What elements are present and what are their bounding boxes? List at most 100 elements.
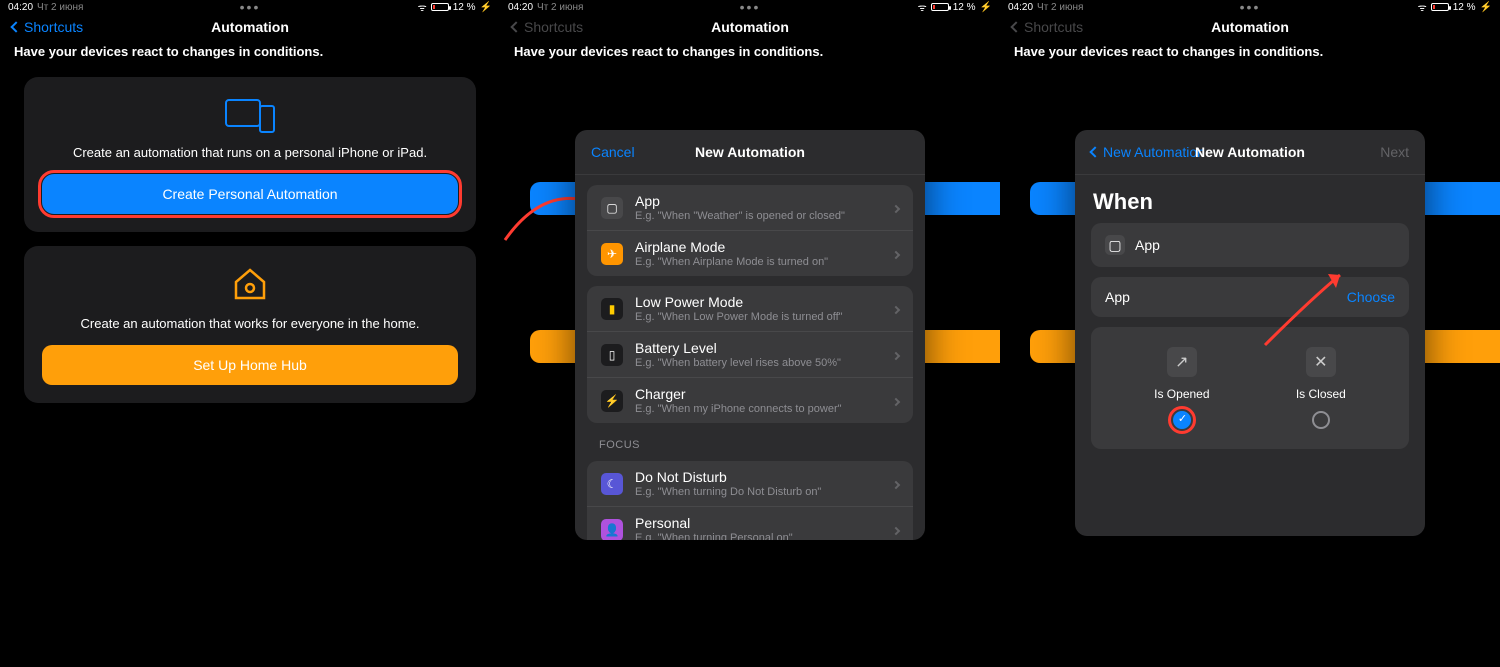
li-sub: E.g. "When battery level rises above 50%… xyxy=(635,357,893,369)
chevron-right-icon xyxy=(893,475,899,493)
status-time: 04:20 xyxy=(8,2,33,13)
chevron-right-icon xyxy=(893,199,899,217)
li-sub: E.g. "When "Weather" is opened or closed… xyxy=(635,210,893,222)
chevron-left-icon xyxy=(1089,146,1100,157)
chevron-left-icon xyxy=(1010,21,1021,32)
chevron-right-icon xyxy=(893,392,899,410)
more-icon: ••• xyxy=(740,0,761,15)
trigger-lowpower[interactable]: ▮ Low Power ModeE.g. "When Low Power Mod… xyxy=(587,286,913,332)
back-button[interactable]: Shortcuts xyxy=(12,19,83,35)
trigger-app[interactable]: ▢ AppE.g. "When "Weather" is opened or c… xyxy=(587,185,913,231)
status-date: Чт 2 июня xyxy=(1037,2,1083,13)
battery-pct: 12 % xyxy=(1453,2,1476,13)
opened-label: Is Opened xyxy=(1154,387,1209,401)
closed-radio[interactable] xyxy=(1312,411,1330,429)
closed-label: Is Closed xyxy=(1296,387,1346,401)
li-title: App xyxy=(635,193,893,209)
modal-back-button[interactable]: New Automation xyxy=(1091,144,1205,160)
battery-level-icon: ▯ xyxy=(601,344,623,366)
opened-radio[interactable] xyxy=(1173,411,1191,429)
personal-card: Create an automation that runs on a pers… xyxy=(24,77,476,232)
chevron-left-icon xyxy=(10,21,21,32)
status-bar: 04:20 Чт 2 июня ••• ᯤ 12 % ⚡ xyxy=(500,0,1000,14)
trigger-airplane[interactable]: ✈ Airplane ModeE.g. "When Airplane Mode … xyxy=(587,231,913,276)
page-title: Automation xyxy=(1211,19,1289,35)
charger-icon: ⚡ xyxy=(601,390,623,412)
app-icon: ▢ xyxy=(601,197,623,219)
status-time: 04:20 xyxy=(508,2,533,13)
battery-icon xyxy=(931,3,949,11)
trigger-charger[interactable]: ⚡ ChargerE.g. "When my iPhone connects t… xyxy=(587,378,913,423)
back-button: Shortcuts xyxy=(1012,19,1083,35)
battery-pct: 12 % xyxy=(953,2,976,13)
create-personal-button[interactable]: Create Personal Automation xyxy=(42,174,458,214)
chevron-right-icon xyxy=(893,245,899,263)
lowpower-icon: ▮ xyxy=(601,298,623,320)
back-label: Shortcuts xyxy=(1024,19,1083,35)
when-app-row: ▢ App xyxy=(1091,223,1409,267)
low-battery-icon: ⚡ xyxy=(1480,2,1492,13)
dnd-icon: ☾ xyxy=(601,473,623,495)
chevron-right-icon xyxy=(893,521,899,539)
when-header: When xyxy=(1075,175,1425,223)
devices-icon xyxy=(225,95,275,133)
home-text: Create an automation that works for ever… xyxy=(81,316,420,331)
option-closed[interactable]: ✕ Is Closed xyxy=(1296,347,1346,429)
battery-icon xyxy=(1431,3,1449,11)
wifi-icon: ᯤ xyxy=(918,0,927,14)
li-title: Airplane Mode xyxy=(635,239,893,255)
option-opened[interactable]: ↗ Is Opened xyxy=(1154,347,1209,429)
choose-button[interactable]: Choose xyxy=(1347,289,1395,305)
li-title: Do Not Disturb xyxy=(635,469,893,485)
status-date: Чт 2 июня xyxy=(537,2,583,13)
trigger-dnd[interactable]: ☾ Do Not DisturbE.g. "When turning Do No… xyxy=(587,461,913,507)
more-icon: ••• xyxy=(1240,0,1261,15)
trigger-battery[interactable]: ▯ Battery LevelE.g. "When battery level … xyxy=(587,332,913,378)
airplane-icon: ✈ xyxy=(601,243,623,265)
trigger-group-focus: ☾ Do Not DisturbE.g. "When turning Do No… xyxy=(587,461,913,540)
home-card: Create an automation that works for ever… xyxy=(24,246,476,403)
li-sub: E.g. "When turning Personal on" xyxy=(635,532,893,540)
personal-icon: 👤 xyxy=(601,519,623,541)
modal-header: New Automation New Automation Next xyxy=(1075,130,1425,175)
li-sub: E.g. "When my iPhone connects to power" xyxy=(635,403,893,415)
subtitle: Have your devices react to changes in co… xyxy=(500,40,1000,63)
app-choose-row[interactable]: App Choose xyxy=(1091,277,1409,317)
cancel-button[interactable]: Cancel xyxy=(591,144,635,160)
trigger-group-2: ▮ Low Power ModeE.g. "When Low Power Mod… xyxy=(587,286,913,423)
focus-section-label: FOCUS xyxy=(599,439,925,451)
low-battery-icon: ⚡ xyxy=(480,2,492,13)
li-title: Charger xyxy=(635,386,893,402)
personal-text: Create an automation that runs on a pers… xyxy=(73,145,427,160)
next-button: Next xyxy=(1380,144,1409,160)
status-date: Чт 2 июня xyxy=(37,2,83,13)
trigger-personal[interactable]: 👤 PersonalE.g. "When turning Personal on… xyxy=(587,507,913,540)
app-field-label: App xyxy=(1105,289,1130,305)
home-icon xyxy=(230,264,270,304)
li-title: Low Power Mode xyxy=(635,294,893,310)
modal-title: New Automation xyxy=(1195,144,1305,160)
li-sub: E.g. "When turning Do Not Disturb on" xyxy=(635,486,893,498)
back-label: Shortcuts xyxy=(524,19,583,35)
battery-pct: 12 % xyxy=(453,2,476,13)
setup-home-button[interactable]: Set Up Home Hub xyxy=(42,345,458,385)
li-sub: E.g. "When Airplane Mode is turned on" xyxy=(635,256,893,268)
low-battery-icon: ⚡ xyxy=(980,2,992,13)
modal-back-label: New Automation xyxy=(1103,144,1205,160)
li-title: Battery Level xyxy=(635,340,893,356)
page-title: Automation xyxy=(211,19,289,35)
closed-icon: ✕ xyxy=(1306,347,1336,377)
when-app-label: App xyxy=(1135,237,1160,253)
subtitle: Have your devices react to changes in co… xyxy=(1000,40,1500,63)
modal-title: New Automation xyxy=(695,144,805,160)
status-bar: 04:20Чт 2 июня ••• ᯤ12 %⚡ xyxy=(1000,0,1500,14)
status-bar: 04:20 Чт 2 июня ••• ᯤ 12 % ⚡ xyxy=(0,0,500,14)
back-label: Shortcuts xyxy=(24,19,83,35)
battery-icon xyxy=(431,3,449,11)
open-close-options: ↗ Is Opened ✕ Is Closed xyxy=(1091,327,1409,449)
opened-icon: ↗ xyxy=(1167,347,1197,377)
page-title: Automation xyxy=(711,19,789,35)
wifi-icon: ᯤ xyxy=(418,0,427,14)
subtitle: Have your devices react to changes in co… xyxy=(0,40,500,63)
back-button: Shortcuts xyxy=(512,19,583,35)
